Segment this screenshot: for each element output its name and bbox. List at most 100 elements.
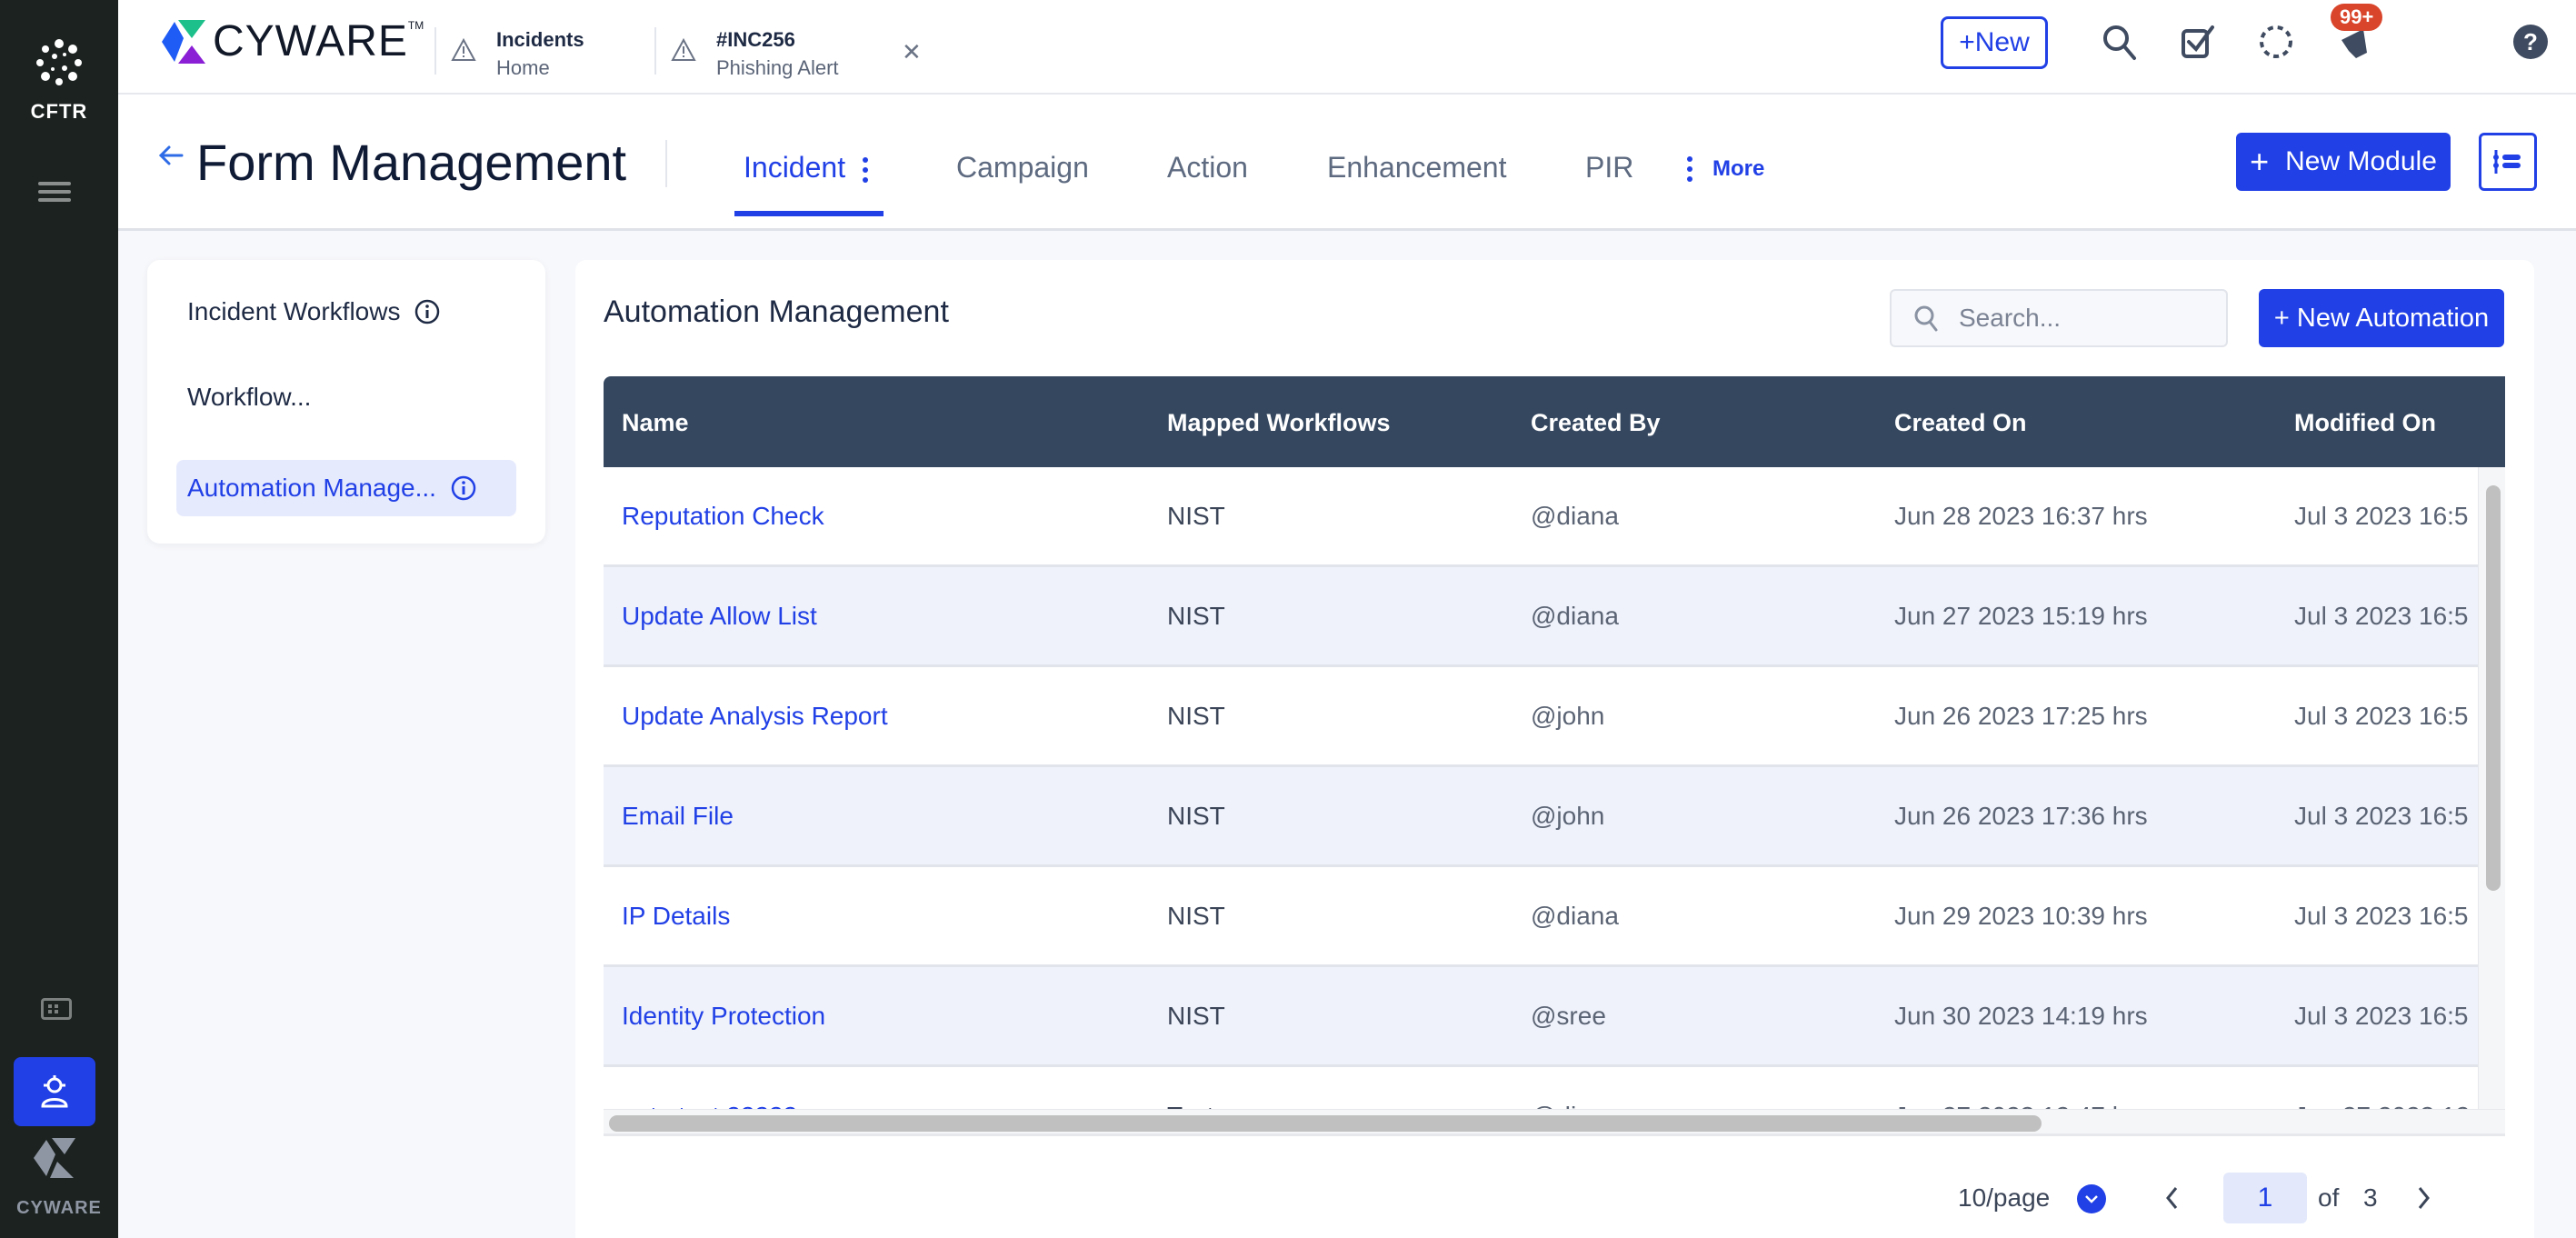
cell-mapped-workflows: Test [1167, 1102, 1213, 1109]
cell-name[interactable]: Email File [622, 802, 734, 831]
breadcrumb-title: #INC256 [716, 28, 795, 51]
keyboard-shortcuts-icon[interactable] [41, 998, 72, 1020]
cell-modified-on: Jul 3 2023 16:5 [2294, 902, 2469, 930]
tasks-check-icon[interactable] [2178, 22, 2218, 62]
new-button[interactable]: +New [1941, 16, 2048, 69]
cell-created-on: Jun 26 2023 17:25 hrs [1894, 702, 2148, 730]
search-icon[interactable] [2100, 22, 2140, 62]
sidenav-item-incident-workflows[interactable]: Incident Workflows [176, 284, 440, 340]
table-header: Name Mapped Workflows Created By Created… [604, 376, 2505, 467]
cell-created-by: @sree [1531, 1002, 1606, 1030]
brand-label: CYWARE [16, 1198, 102, 1218]
horizontal-scrollbar[interactable] [604, 1109, 2505, 1136]
table-row[interactable]: Identity Protection NIST @sree Jun 30 2023 … [604, 967, 2478, 1067]
sidenav-item-workflow[interactable]: Workflow... [176, 369, 311, 425]
vertical-scrollbar[interactable] [2478, 467, 2505, 1109]
breadcrumb-incident-tab[interactable]: #INC256 Phishing Alert [654, 27, 839, 84]
chevron-down-icon [2085, 1195, 2098, 1203]
active-tab-indicator [734, 211, 884, 216]
new-module-label: New Module [2285, 146, 2437, 176]
cell-name[interactable]: Update Analysis Report [622, 702, 888, 731]
admin-panel-button[interactable] [14, 1057, 95, 1126]
cell-created-by: @diana [1531, 502, 1619, 530]
search-field[interactable] [1890, 289, 2228, 347]
tab-enhancement[interactable]: Enhancement [1327, 151, 1506, 185]
current-page-input[interactable] [2223, 1173, 2307, 1223]
column-header-created-by[interactable]: Created By [1531, 409, 1661, 437]
tab-action[interactable]: Action [1167, 151, 1248, 185]
cell-mapped-workflows: NIST [1167, 502, 1225, 530]
cell-modified-on: Jul 3 2023 16:5 [2294, 1002, 2469, 1030]
new-module-button[interactable]: + New Module [2236, 133, 2451, 191]
close-tab-icon[interactable]: ✕ [902, 40, 922, 64]
list-view-button[interactable] [2479, 133, 2537, 191]
tab-campaign[interactable]: Campaign [956, 151, 1089, 185]
cell-modified-on: Jun 27 2023 12 [2294, 1102, 2478, 1109]
sidenav-item-automation-management[interactable]: Automation Manage... [176, 460, 516, 516]
cell-created-by: @john [1531, 702, 1605, 730]
cftr-logo-icon[interactable] [35, 38, 84, 87]
cell-name[interactable]: Identity Protection [622, 1002, 825, 1031]
back-arrow-icon[interactable] [156, 142, 184, 169]
sidenav-item-label: Incident Workflows [187, 297, 401, 325]
cyware-mark-icon[interactable] [34, 1136, 77, 1180]
table-row[interactable]: auto test 22222 Test @diana Jun 27 2023 12:… [604, 1067, 2478, 1109]
hamburger-menu-icon[interactable] [38, 182, 71, 202]
cell-mapped-workflows: NIST [1167, 902, 1225, 930]
warning-icon [451, 38, 476, 61]
cell-created-on: Jun 29 2023 10:39 hrs [1894, 902, 2148, 930]
automation-table: Name Mapped Workflows Created By Created… [604, 376, 2505, 1138]
column-header-mapped-workflows[interactable]: Mapped Workflows [1167, 409, 1391, 437]
chevron-left-icon [2166, 1187, 2178, 1209]
breadcrumb-subtitle: Phishing Alert [716, 56, 839, 79]
cell-created-by: @diana [1531, 1102, 1619, 1109]
prev-page-button[interactable] [2163, 1173, 2182, 1223]
cell-name[interactable]: Reputation Check [622, 502, 824, 531]
table-row[interactable]: Email File NIST @john Jun 26 2023 17:36 hrs… [604, 767, 2478, 867]
tab-incident[interactable]: Incident [744, 151, 868, 185]
column-header-created-on[interactable]: Created On [1894, 409, 2027, 437]
cell-created-by: @diana [1531, 602, 1619, 630]
tab-pir[interactable]: PIR [1585, 151, 1633, 185]
cell-mapped-workflows: NIST [1167, 702, 1225, 730]
cell-created-by: @john [1531, 802, 1605, 830]
next-page-button[interactable] [2414, 1173, 2432, 1223]
column-header-name[interactable]: Name [622, 409, 689, 437]
horizontal-scrollbar-thumb[interactable] [609, 1115, 2042, 1132]
breadcrumb-incidents[interactable]: Incidents Home [434, 27, 584, 84]
table-row[interactable]: Update Allow List NIST @diana Jun 27 2023 1… [604, 567, 2478, 667]
kebab-icon [1687, 156, 1692, 182]
new-automation-button[interactable]: + New Automation [2259, 289, 2504, 347]
left-rail: CFTR CYWARE [0, 0, 118, 1238]
table-body: Reputation Check NIST @diana Jun 28 2023 16… [604, 467, 2478, 1109]
column-header-modified-on[interactable]: Modified On [2294, 409, 2436, 437]
chevron-right-icon [2418, 1187, 2430, 1209]
cell-name[interactable]: Update Allow List [622, 602, 817, 631]
cyware-logo[interactable]: CYWARE TM [162, 18, 424, 65]
product-label: CFTR [30, 100, 88, 123]
table-row[interactable]: IP Details NIST @diana Jun 29 2023 10:39 hr… [604, 867, 2478, 967]
cell-modified-on: Jul 3 2023 16:5 [2294, 702, 2469, 730]
brand-wordmark: CYWARE [213, 17, 408, 65]
table-row[interactable]: Update Analysis Report NIST @john Jun 26 20… [604, 667, 2478, 767]
search-input[interactable] [1959, 304, 2213, 333]
info-icon[interactable] [414, 299, 440, 324]
per-page-dropdown[interactable] [2077, 1184, 2106, 1213]
notification-badge: 99+ [2331, 4, 2383, 31]
cell-name[interactable]: IP Details [622, 902, 730, 931]
info-icon[interactable] [451, 475, 476, 501]
vertical-scrollbar-thumb[interactable] [2486, 485, 2501, 891]
table-row[interactable]: Reputation Check NIST @diana Jun 28 2023 16… [604, 467, 2478, 567]
cell-name[interactable]: auto test 22222 [622, 1102, 797, 1109]
cell-created-on: Jun 30 2023 14:19 hrs [1894, 1002, 2148, 1030]
page-title-bar: Form Management Incident Campaign Action… [118, 95, 2576, 231]
tab-label: Incident [744, 151, 846, 184]
tab-options-icon[interactable] [862, 156, 868, 183]
more-tabs-button[interactable]: More [1687, 156, 1764, 182]
loading-status-icon[interactable] [2256, 22, 2296, 62]
warning-icon [671, 38, 696, 61]
help-icon[interactable]: ? [2511, 22, 2551, 62]
breadcrumb-title: Incidents [496, 28, 584, 51]
list-settings-icon [2493, 150, 2521, 174]
total-pages: 3 [2363, 1183, 2378, 1212]
